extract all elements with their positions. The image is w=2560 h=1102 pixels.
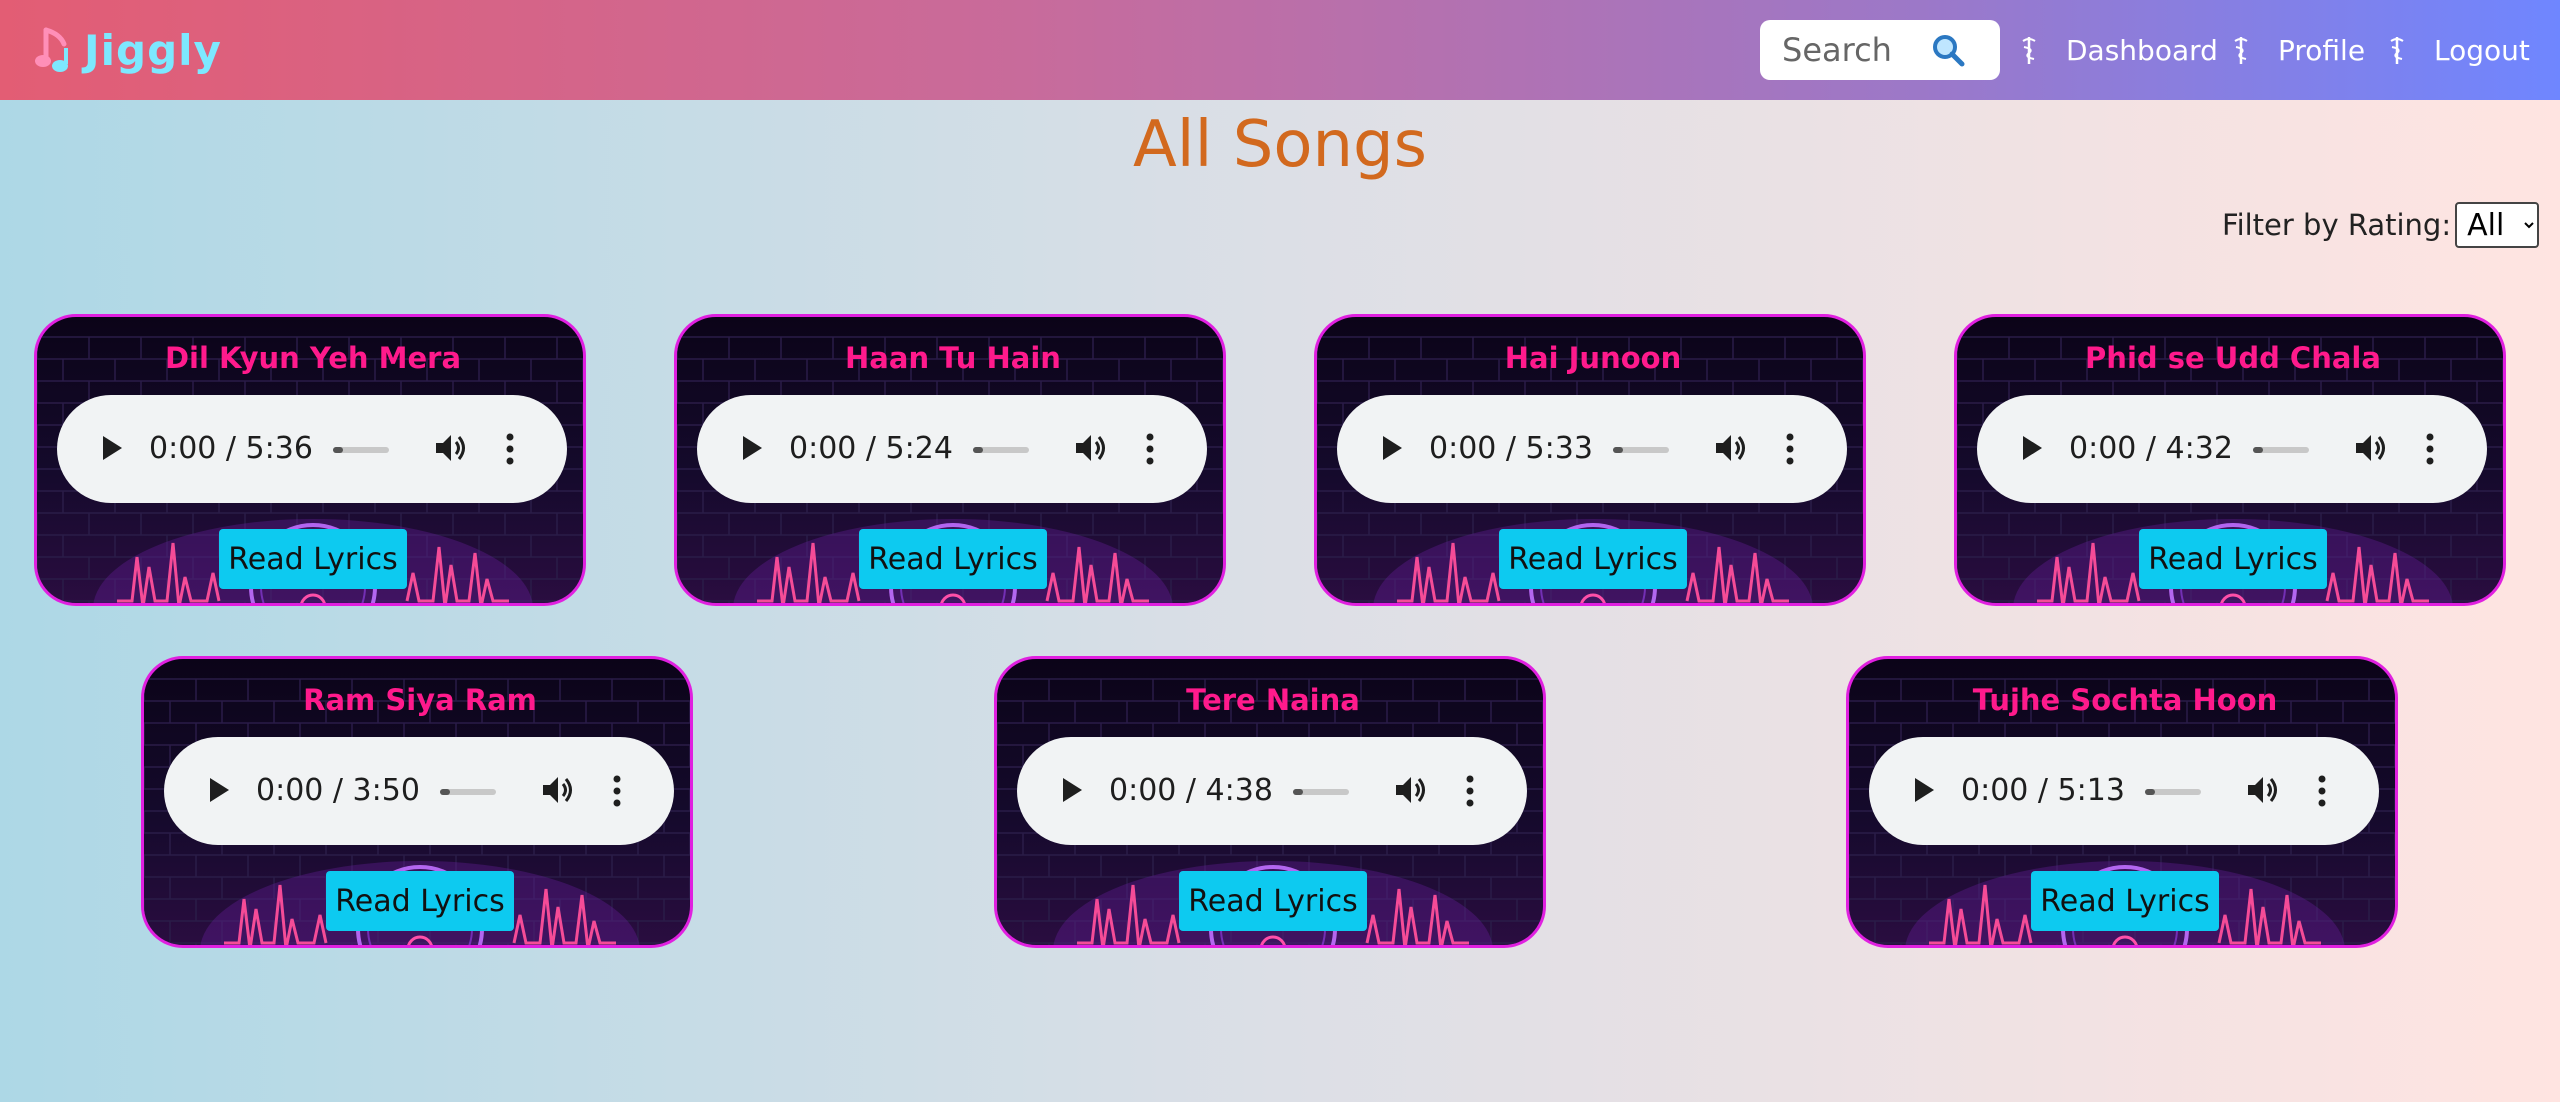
progress-knob[interactable]	[333, 447, 343, 453]
audio-player[interactable]: 0:00 / 5:24	[697, 395, 1207, 503]
nav-logout[interactable]: Logout	[2388, 28, 2530, 72]
progress-knob[interactable]	[973, 447, 983, 453]
song-title: Ram Siya Ram	[303, 683, 537, 717]
volume-icon[interactable]	[1713, 431, 1747, 465]
play-icon[interactable]	[208, 777, 230, 803]
filter-label: Filter by Rating:	[2222, 208, 2452, 242]
nav-dashboard-label: Dashboard	[2066, 33, 2218, 67]
progress-knob[interactable]	[440, 789, 450, 795]
progress-bar[interactable]	[973, 447, 1029, 453]
brand-name: Jiggly	[84, 25, 222, 75]
song-title: Haan Tu Hain	[845, 341, 1061, 375]
progress-knob[interactable]	[2145, 789, 2155, 795]
audio-player[interactable]: 0:00 / 5:33	[1337, 395, 1847, 503]
nav-profile[interactable]: Profile	[2232, 28, 2365, 72]
play-icon[interactable]	[1381, 435, 1403, 461]
song-title: Hai Junoon	[1504, 341, 1682, 375]
song-card: Tere Naina 0:00 / 4:38 Read Lyrics	[994, 656, 1546, 948]
read-lyrics-button[interactable]: Read Lyrics	[859, 529, 1047, 589]
song-title: Tujhe Sochta Hoon	[1972, 683, 2278, 717]
play-icon[interactable]	[2021, 435, 2043, 461]
progress-knob[interactable]	[1613, 447, 1623, 453]
song-title: Dil Kyun Yeh Mera	[164, 341, 462, 375]
play-icon[interactable]	[1061, 777, 1083, 803]
caduceus-icon	[2234, 37, 2248, 64]
read-lyrics-button[interactable]: Read Lyrics	[326, 871, 514, 931]
progress-bar[interactable]	[2145, 789, 2201, 795]
volume-icon[interactable]	[2353, 431, 2387, 465]
navbar: Jiggly Dashboard Profile Logout	[0, 0, 2560, 100]
more-vertical-icon[interactable]	[2317, 775, 2327, 807]
player-time: 0:00 / 4:32	[2069, 431, 2233, 466]
rating-filter-select[interactable]: All	[2455, 202, 2540, 248]
song-card: Tujhe Sochta Hoon 0:00 / 5:13 Read Lyric…	[1846, 656, 2398, 948]
play-icon[interactable]	[1913, 777, 1935, 803]
search-box	[1760, 20, 2000, 80]
nav-logout-label: Logout	[2434, 33, 2530, 67]
nav-dashboard[interactable]: Dashboard	[2020, 28, 2218, 72]
page-title: All Songs	[1133, 108, 1427, 182]
audio-player[interactable]: 0:00 / 3:50	[164, 737, 674, 845]
caduceus-icon	[2022, 37, 2036, 64]
song-title: Tere Naina	[1186, 683, 1360, 717]
play-icon[interactable]	[741, 435, 763, 461]
audio-player[interactable]: 0:00 / 5:36	[57, 395, 567, 503]
search-icon[interactable]	[1930, 32, 1966, 68]
song-title: Phid se Udd Chala	[2085, 341, 2381, 375]
audio-player[interactable]: 0:00 / 4:38	[1017, 737, 1527, 845]
read-lyrics-button[interactable]: Read Lyrics	[2139, 529, 2327, 589]
more-vertical-icon[interactable]	[1465, 775, 1475, 807]
search-input[interactable]	[1782, 31, 1942, 69]
volume-icon[interactable]	[540, 773, 574, 807]
progress-bar[interactable]	[1613, 447, 1669, 453]
player-time: 0:00 / 5:36	[149, 431, 313, 466]
progress-bar[interactable]	[2253, 447, 2309, 453]
read-lyrics-button[interactable]: Read Lyrics	[219, 529, 407, 589]
progress-knob[interactable]	[1293, 789, 1303, 795]
progress-bar[interactable]	[440, 789, 496, 795]
volume-icon[interactable]	[1393, 773, 1427, 807]
song-card: Dil Kyun Yeh Mera 0:00 / 5:36 Read Lyric…	[34, 314, 586, 606]
song-card: Hai Junoon 0:00 / 5:33 Read Lyrics	[1314, 314, 1866, 606]
progress-bar[interactable]	[1293, 789, 1349, 795]
more-vertical-icon[interactable]	[1785, 433, 1795, 465]
more-vertical-icon[interactable]	[2425, 433, 2435, 465]
more-vertical-icon[interactable]	[1145, 433, 1155, 465]
song-card: Phid se Udd Chala 0:00 / 4:32 Read Lyric…	[1954, 314, 2506, 606]
rating-filter: Filter by Rating: All	[2222, 202, 2540, 248]
caduceus-icon	[2390, 37, 2404, 64]
player-time: 0:00 / 3:50	[256, 773, 420, 808]
more-vertical-icon[interactable]	[505, 433, 515, 465]
player-time: 0:00 / 5:13	[1961, 773, 2125, 808]
read-lyrics-button[interactable]: Read Lyrics	[1499, 529, 1687, 589]
music-note-icon	[35, 27, 68, 72]
audio-player[interactable]: 0:00 / 5:13	[1869, 737, 2379, 845]
play-icon[interactable]	[101, 435, 123, 461]
progress-bar[interactable]	[333, 447, 389, 453]
player-time: 0:00 / 4:38	[1109, 773, 1273, 808]
progress-knob[interactable]	[2253, 447, 2263, 453]
volume-icon[interactable]	[2245, 773, 2279, 807]
more-vertical-icon[interactable]	[612, 775, 622, 807]
volume-icon[interactable]	[433, 431, 467, 465]
volume-icon[interactable]	[1073, 431, 1107, 465]
player-time: 0:00 / 5:24	[789, 431, 953, 466]
read-lyrics-button[interactable]: Read Lyrics	[2031, 871, 2219, 931]
audio-player[interactable]: 0:00 / 4:32	[1977, 395, 2487, 503]
song-card: Haan Tu Hain 0:00 / 5:24 Read Lyrics	[674, 314, 1226, 606]
song-card: Ram Siya Ram 0:00 / 3:50 Read Lyrics	[141, 656, 693, 948]
player-time: 0:00 / 5:33	[1429, 431, 1593, 466]
read-lyrics-button[interactable]: Read Lyrics	[1179, 871, 1367, 931]
brand[interactable]: Jiggly	[34, 22, 222, 78]
nav-profile-label: Profile	[2278, 33, 2366, 67]
